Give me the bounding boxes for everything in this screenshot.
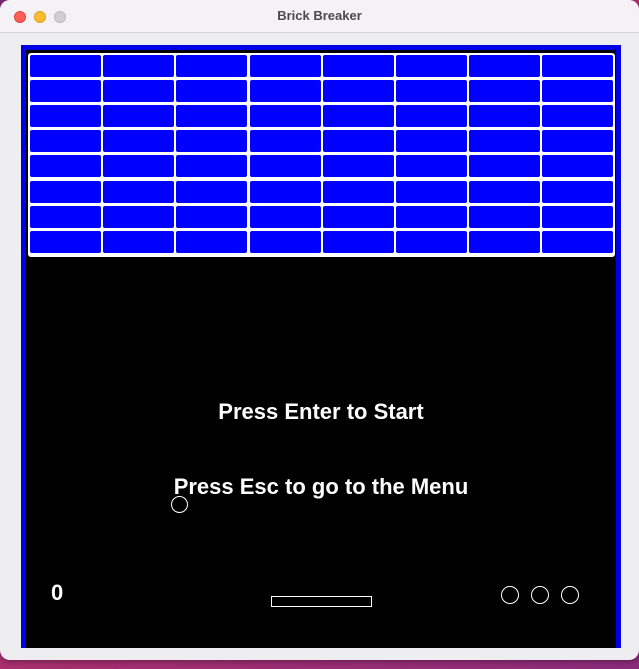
brick: [469, 230, 541, 253]
brick: [322, 55, 394, 77]
brick: [396, 105, 467, 128]
life-indicator: [501, 586, 519, 604]
ball: [171, 496, 188, 513]
paddle: [271, 596, 372, 607]
brick: [30, 130, 101, 153]
brick: [322, 80, 394, 103]
brick: [249, 180, 321, 203]
brick: [176, 155, 248, 178]
brick: [396, 180, 467, 203]
start-message: Press Enter to Start: [218, 399, 424, 424]
menu-message: Press Esc to go to the Menu: [173, 474, 469, 499]
brick: [176, 55, 248, 77]
brick: [30, 230, 101, 253]
brick: [469, 155, 541, 178]
brick: [103, 130, 175, 153]
title-bar: Brick Breaker: [0, 0, 639, 33]
brick: [469, 205, 541, 228]
brick: [249, 80, 321, 103]
brick: [103, 230, 175, 253]
brick: [469, 130, 541, 153]
brick: [249, 205, 321, 228]
brick-grid: [28, 53, 615, 257]
life-indicator: [561, 586, 579, 604]
brick: [542, 55, 614, 77]
brick: [249, 55, 321, 77]
score-display: 0: [51, 580, 64, 605]
brick: [30, 205, 101, 228]
brick: [176, 105, 248, 128]
brick: [103, 105, 175, 128]
brick: [542, 230, 614, 253]
brick: [176, 205, 248, 228]
brick: [103, 205, 175, 228]
brick: [542, 205, 614, 228]
brick: [542, 155, 614, 178]
brick: [103, 155, 175, 178]
game-window: Brick Breaker Press Enter to Start Press…: [0, 0, 639, 660]
brick: [542, 80, 614, 103]
brick: [322, 230, 394, 253]
brick: [396, 205, 467, 228]
brick: [176, 130, 248, 153]
brick: [322, 205, 394, 228]
brick: [469, 80, 541, 103]
brick: [249, 105, 321, 128]
brick: [396, 230, 467, 253]
brick: [103, 80, 175, 103]
brick: [249, 155, 321, 178]
brick: [103, 180, 175, 203]
brick: [30, 155, 101, 178]
brick: [176, 230, 248, 253]
brick: [249, 130, 321, 153]
brick: [30, 105, 101, 128]
brick: [396, 80, 467, 103]
window-title: Brick Breaker: [277, 8, 362, 23]
brick: [30, 180, 101, 203]
brick: [30, 80, 101, 103]
brick: [103, 55, 175, 77]
brick: [396, 130, 467, 153]
brick: [396, 55, 467, 77]
brick: [542, 180, 614, 203]
brick: [469, 180, 541, 203]
brick: [469, 55, 541, 77]
brick: [30, 55, 101, 77]
brick: [396, 155, 467, 178]
brick: [249, 230, 321, 253]
brick: [322, 155, 394, 178]
brick: [469, 105, 541, 128]
brick: [322, 180, 394, 203]
brick: [322, 130, 394, 153]
brick: [176, 180, 248, 203]
life-indicator: [531, 586, 549, 604]
brick: [322, 105, 394, 128]
brick: [542, 105, 614, 128]
brick: [176, 80, 248, 103]
brick: [542, 130, 614, 153]
